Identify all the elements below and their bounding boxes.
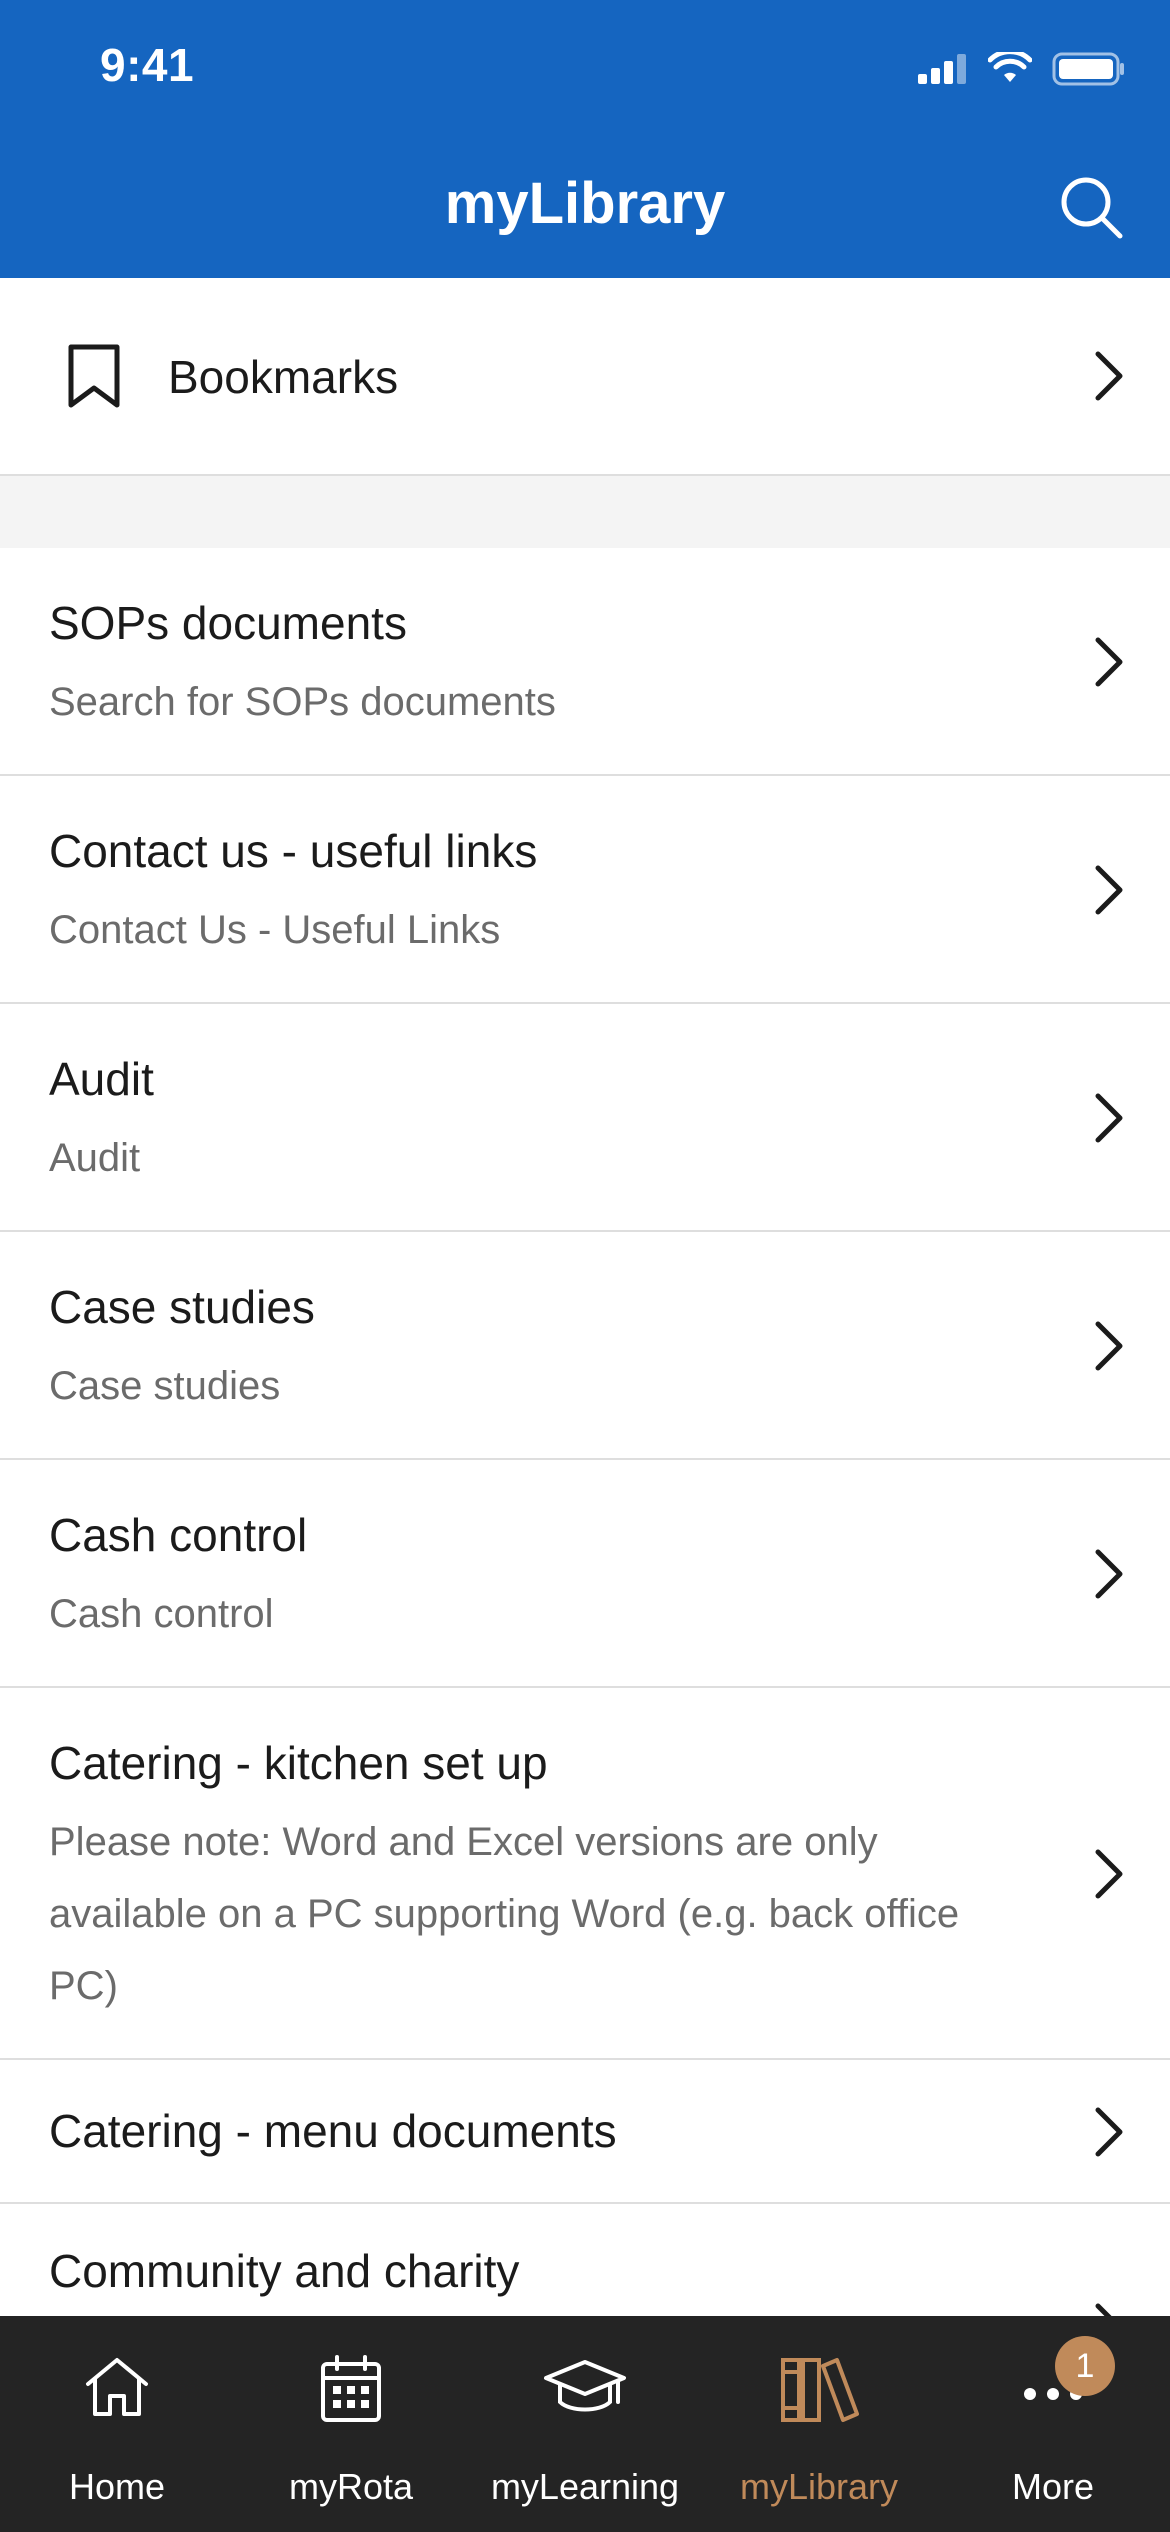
chevron-right-icon xyxy=(1095,1849,1123,1899)
wifi-icon xyxy=(988,52,1032,82)
tab-label: myLearning xyxy=(490,2466,680,2507)
library-list: SOPs documents Search for SOPs documents… xyxy=(0,548,1170,2404)
status-icons xyxy=(918,52,1126,86)
bookmarks-row[interactable]: Bookmarks xyxy=(0,278,1170,476)
search-icon xyxy=(1061,177,1123,239)
tab-label: Home xyxy=(68,2466,166,2507)
item-title: SOPs documents xyxy=(49,597,407,649)
section-divider xyxy=(0,476,1170,548)
item-subtitle: Cash control xyxy=(49,1592,274,1636)
tab-label: More xyxy=(1011,2466,1095,2507)
books-icon xyxy=(781,2358,859,2422)
tab-mylearning[interactable]: myLearning xyxy=(468,2316,702,2532)
item-subtitle: Search for SOPs documents xyxy=(49,680,556,724)
list-item-catering-menu[interactable]: Catering - menu documents xyxy=(0,2060,1170,2204)
list-item-case-studies[interactable]: Case studies Case studies xyxy=(0,1232,1170,1460)
chevron-right-icon xyxy=(1095,1321,1123,1371)
list-item-contact-us[interactable]: Contact us - useful links Contact Us - U… xyxy=(0,776,1170,1004)
chevron-right-icon xyxy=(1095,1549,1123,1599)
home-icon xyxy=(86,2358,148,2416)
tab-mylibrary[interactable]: myLibrary xyxy=(702,2316,936,2532)
list-item-audit[interactable]: Audit Audit xyxy=(0,1004,1170,1232)
item-subtitle: Audit xyxy=(49,1136,141,1180)
item-title: Case studies xyxy=(49,1281,315,1333)
bottom-tab-bar: Home myRota myLearning myLibrary 1 More xyxy=(0,2316,1170,2532)
tab-home[interactable]: Home xyxy=(0,2316,234,2532)
item-subtitle: Please note: Word and Excel versions are… xyxy=(49,1820,960,2008)
chevron-right-icon xyxy=(1095,637,1123,687)
search-button[interactable] xyxy=(1050,166,1134,250)
chevron-right-icon xyxy=(1095,1093,1123,1143)
item-subtitle: Case studies xyxy=(49,1364,281,1408)
list-item-catering-kitchen[interactable]: Catering - kitchen set up Please note: W… xyxy=(0,1688,1170,2060)
tab-label: myLibrary xyxy=(739,2466,899,2507)
app-header: 9:41 myLibrary xyxy=(0,0,1170,278)
item-title: Audit xyxy=(49,1053,154,1105)
item-title: Community and charity xyxy=(49,2245,520,2297)
graduation-cap-icon xyxy=(544,2360,626,2412)
signal-icon xyxy=(918,54,966,84)
chevron-right-icon xyxy=(1095,865,1123,915)
bookmark-icon xyxy=(68,344,120,408)
list-item-cash-control[interactable]: Cash control Cash control xyxy=(0,1460,1170,1688)
calendar-icon xyxy=(321,2355,381,2422)
item-title: Contact us - useful links xyxy=(49,825,538,877)
chevron-right-icon xyxy=(1095,2107,1123,2157)
page-title: myLibrary xyxy=(444,171,726,236)
status-time: 9:41 xyxy=(100,39,195,91)
bookmarks-label: Bookmarks xyxy=(168,351,399,403)
tab-label: myRota xyxy=(288,2466,414,2507)
battery-icon xyxy=(1052,52,1124,86)
item-title: Cash control xyxy=(49,1509,308,1561)
item-title: Catering - kitchen set up xyxy=(49,1737,548,1789)
list-item-sops[interactable]: SOPs documents Search for SOPs documents xyxy=(0,548,1170,776)
item-title: Catering - menu documents xyxy=(49,2105,617,2157)
chevron-right-icon xyxy=(1095,351,1123,401)
tab-more[interactable]: 1 More xyxy=(936,2316,1170,2532)
item-subtitle: Contact Us - Useful Links xyxy=(49,908,501,952)
notification-badge: 1 xyxy=(1055,2336,1115,2396)
tab-myrota[interactable]: myRota xyxy=(234,2316,468,2532)
